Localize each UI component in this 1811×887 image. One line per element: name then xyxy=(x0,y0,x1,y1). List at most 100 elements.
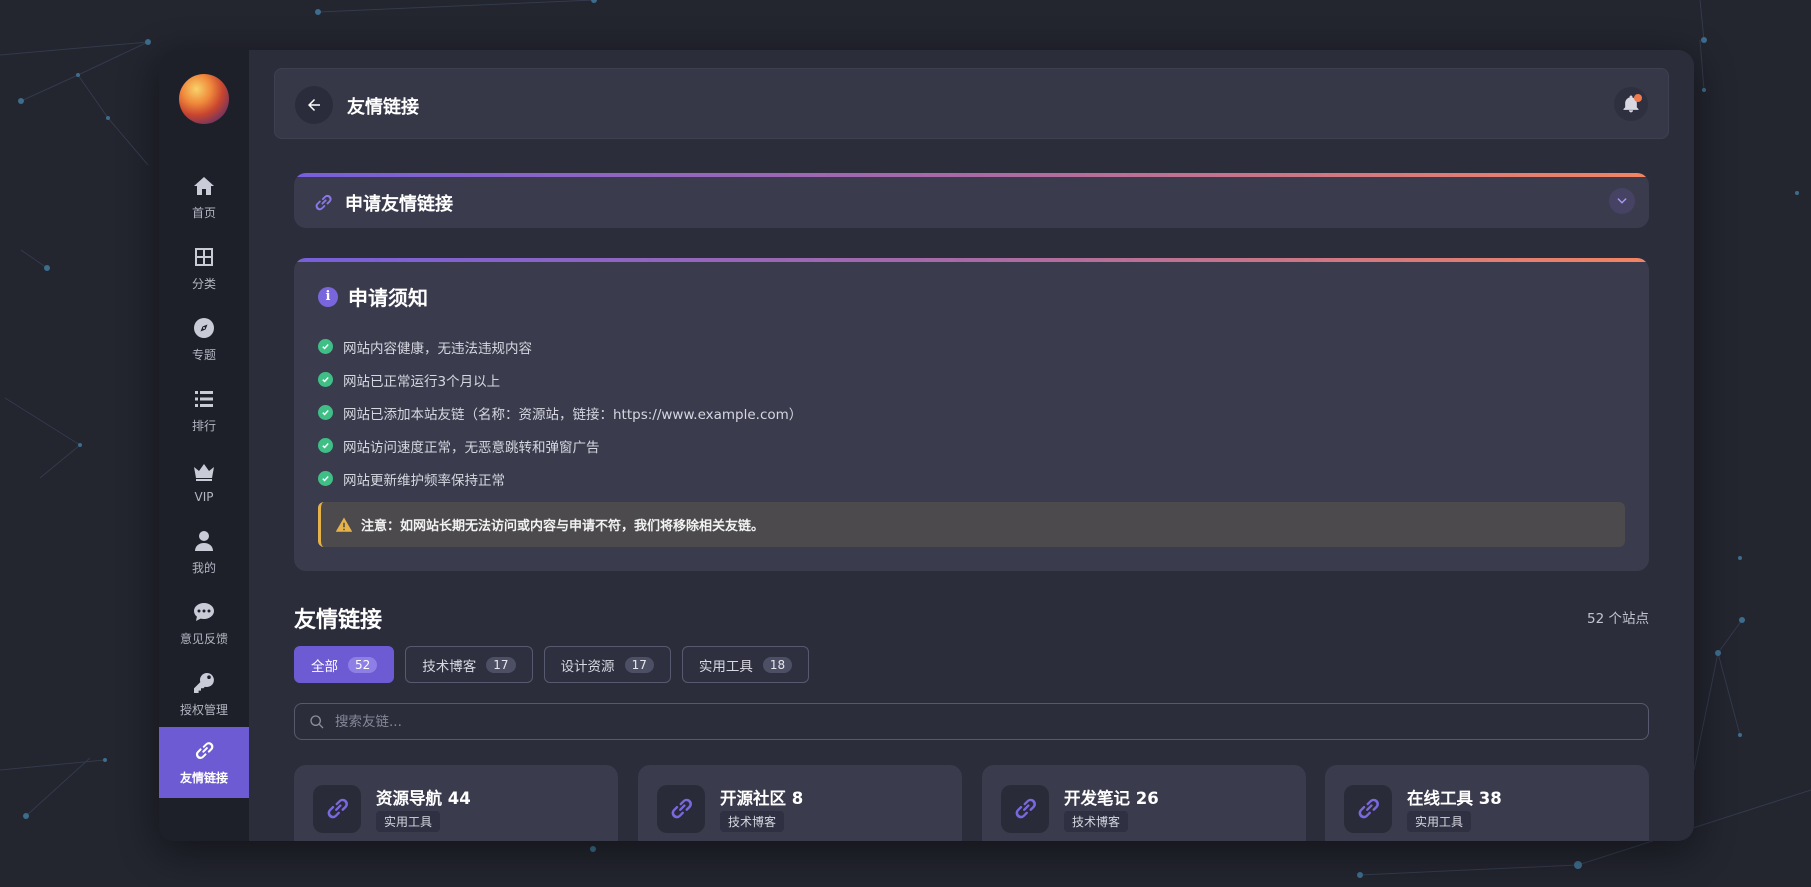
site-count: 52 个站点 xyxy=(1587,611,1649,627)
site-card[interactable]: 开源社区 8 技术博客 xyxy=(638,765,962,841)
link-icon xyxy=(327,798,348,819)
filter-tab-all[interactable]: 全部 52 xyxy=(294,646,395,683)
site-tag: 技术博客 xyxy=(1064,811,1129,832)
sidebar-item-license[interactable]: 授权管理 xyxy=(159,659,249,730)
sidebar-item-topic[interactable]: 专题 xyxy=(159,304,249,375)
search-box xyxy=(294,703,1649,740)
crown-icon xyxy=(194,463,214,481)
sidebar-item-label: 首页 xyxy=(191,206,216,220)
user-icon xyxy=(195,531,213,551)
gradient-bar xyxy=(294,173,1649,177)
search-input[interactable] xyxy=(335,704,1635,739)
sidebar-item-home[interactable]: 首页 xyxy=(159,162,249,233)
home-icon xyxy=(194,177,214,195)
site-name: 资源导航 44 xyxy=(376,789,471,808)
page-title: 友情链接 xyxy=(347,97,419,118)
link-icon xyxy=(315,194,332,211)
compass-icon xyxy=(194,318,214,338)
list-item: 网站更新维护频率保持正常 xyxy=(318,462,802,495)
sidebar-item-friendlinks[interactable]: 友情链接 xyxy=(159,727,249,798)
chat-icon xyxy=(194,603,214,621)
site-card[interactable]: 开发笔记 26 技术博客 xyxy=(982,765,1306,841)
rule-text: 网站内容健康，无违法违规内容 xyxy=(343,340,532,357)
apply-link-panel[interactable]: 申请友情链接 xyxy=(294,173,1649,228)
list-item: 网站内容健康，无违法违规内容 xyxy=(318,330,802,363)
sidebar-item-label: 分类 xyxy=(191,277,216,291)
list-item: 网站访问速度正常，无恶意跳转和弹窗广告 xyxy=(318,429,802,462)
notice-title: 申请须知 xyxy=(348,286,428,310)
link-icon xyxy=(195,742,214,760)
link-icon xyxy=(671,798,692,819)
expand-button[interactable] xyxy=(1609,188,1635,214)
filter-tab-design[interactable]: 设计资源 17 xyxy=(543,646,671,683)
key-icon xyxy=(194,672,214,693)
count-badge: 18 xyxy=(762,656,793,673)
count-badge: 17 xyxy=(486,656,516,673)
count-badge: 52 xyxy=(348,656,378,673)
sidebar-item-label: 友情链接 xyxy=(179,771,228,785)
link-icon xyxy=(1015,798,1036,819)
notification-button[interactable] xyxy=(1614,87,1648,121)
sidebar-item-label: VIP xyxy=(194,489,214,504)
back-button[interactable] xyxy=(295,86,333,124)
sidebar-item-ranking[interactable]: 排行 xyxy=(159,375,249,446)
notice-header: i 申请须知 xyxy=(318,282,428,311)
count-badge: 17 xyxy=(624,656,654,673)
app-window: 首页 分类 专题 排行 VIP 我的 意见反馈 授权管理 友情链接 友情链接 申… xyxy=(159,50,1694,841)
sidebar-item-vip[interactable]: VIP xyxy=(159,446,249,517)
site-tag: 技术博客 xyxy=(720,811,785,832)
filter-label: 技术博客 xyxy=(422,658,477,675)
check-icon xyxy=(318,405,333,420)
sidebar-item-label: 意见反馈 xyxy=(179,632,228,646)
filter-label: 设计资源 xyxy=(560,658,615,675)
check-icon xyxy=(318,438,333,453)
filter-label: 实用工具 xyxy=(698,658,753,675)
notice-panel: i 申请须知 网站内容健康，无违法违规内容 网站已正常运行3个月以上 网站已添加… xyxy=(294,258,1649,571)
sidebar: 首页 分类 专题 排行 VIP 我的 意见反馈 授权管理 友情链接 xyxy=(159,50,249,841)
site-logo xyxy=(657,785,705,833)
site-logo xyxy=(1001,785,1049,833)
page-header: 友情链接 xyxy=(274,68,1669,139)
sidebar-item-category[interactable]: 分类 xyxy=(159,233,249,304)
gradient-bar xyxy=(294,258,1649,262)
site-card[interactable]: 在线工具 38 实用工具 xyxy=(1325,765,1649,841)
warning-box: 注意：如网站长期无法访问或内容与申请不符，我们将移除相关友链。 xyxy=(318,502,1625,547)
avatar[interactable] xyxy=(179,74,229,124)
warning-icon xyxy=(335,517,353,532)
filter-tab-tech-blog[interactable]: 技术博客 17 xyxy=(405,646,533,683)
check-icon xyxy=(318,372,333,387)
rule-text: 网站已添加本站友链（名称：资源站，链接：https://www.example.… xyxy=(343,406,803,423)
sidebar-item-feedback[interactable]: 意见反馈 xyxy=(159,588,249,659)
main-content: 友情链接 申请友情链接 i 申请须知 网站内容健康，无违法违规内容 网站已正常运… xyxy=(249,50,1694,841)
list-item: 网站已添加本站友链（名称：资源站，链接：https://www.example.… xyxy=(318,396,802,429)
sidebar-item-me[interactable]: 我的 xyxy=(159,517,249,588)
link-icon xyxy=(1358,798,1379,819)
filter-label: 全部 xyxy=(311,658,338,675)
chevron-down-icon xyxy=(1617,198,1627,204)
rule-text: 网站更新维护频率保持正常 xyxy=(343,472,505,489)
sidebar-item-label: 我的 xyxy=(191,561,216,575)
site-logo xyxy=(1344,785,1392,833)
site-card[interactable]: 资源导航 44 实用工具 xyxy=(294,765,618,841)
sidebar-item-label: 授权管理 xyxy=(179,703,228,717)
notification-dot xyxy=(1634,94,1642,102)
rules-list: 网站内容健康，无违法违规内容 网站已正常运行3个月以上 网站已添加本站友链（名称… xyxy=(318,330,802,495)
info-icon: i xyxy=(318,286,338,307)
list-icon xyxy=(195,391,213,407)
site-name: 开源社区 8 xyxy=(720,789,804,808)
site-name: 开发笔记 26 xyxy=(1064,789,1159,808)
site-name: 在线工具 38 xyxy=(1407,789,1502,808)
site-grid: 资源导航 44 实用工具 开源社区 8 技术博客 开发笔记 26 技术博客 在线… xyxy=(294,765,1649,841)
site-tag: 实用工具 xyxy=(1407,811,1472,832)
sidebar-item-label: 排行 xyxy=(191,419,216,433)
arrow-left-icon xyxy=(308,99,320,111)
rule-text: 网站已正常运行3个月以上 xyxy=(343,373,501,390)
filter-tab-tools[interactable]: 实用工具 18 xyxy=(681,646,810,683)
rule-text: 网站访问速度正常，无恶意跳转和弹窗广告 xyxy=(343,439,600,456)
grid-icon xyxy=(195,248,213,266)
search-icon xyxy=(310,715,324,729)
sidebar-item-label: 专题 xyxy=(191,348,216,362)
list-item: 网站已正常运行3个月以上 xyxy=(318,363,802,396)
site-tag: 实用工具 xyxy=(376,811,441,832)
apply-title: 申请友情链接 xyxy=(345,194,453,215)
